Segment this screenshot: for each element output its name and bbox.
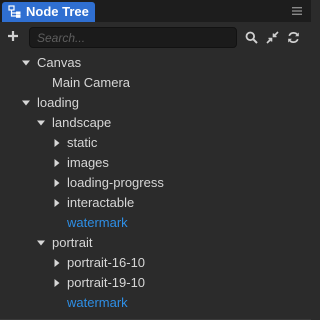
expanded-arrow-icon[interactable] <box>22 99 30 107</box>
tree-node-portrait-19-10[interactable]: portrait-19-10 <box>0 273 311 293</box>
collapsed-arrow-icon[interactable] <box>53 159 61 167</box>
tab-title: Node Tree <box>26 4 89 19</box>
collapsed-arrow-icon[interactable] <box>53 199 61 207</box>
tree-node-label: landscape <box>52 115 112 130</box>
tree-node-portrait-16-10[interactable]: portrait-16-10 <box>0 253 311 273</box>
tree-node-label: Main Camera <box>52 75 131 90</box>
collapsed-arrow-icon[interactable] <box>53 279 61 287</box>
tree-node-label: interactable <box>67 195 135 210</box>
tree-node-loading[interactable]: loading <box>0 93 311 113</box>
tree-node-interactable[interactable]: interactable <box>0 193 311 213</box>
collapsed-arrow-icon[interactable] <box>53 139 61 147</box>
tree-node-label: loading <box>37 95 79 110</box>
tree-node-label: watermark <box>67 295 128 310</box>
node-tree-icon <box>8 5 21 18</box>
collapsed-arrow-icon[interactable] <box>53 259 61 267</box>
tree-node-label: static <box>67 135 98 150</box>
collapsed-arrow-icon[interactable] <box>53 179 61 187</box>
tree-node-label: watermark <box>67 215 128 230</box>
tree-node-label: Canvas <box>37 55 82 70</box>
magnifier-icon[interactable] <box>245 31 258 44</box>
tree-node-label: portrait-16-10 <box>67 255 146 270</box>
expanded-arrow-icon[interactable] <box>37 239 45 247</box>
tree-node-label: loading-progress <box>67 175 164 190</box>
tree-node-static[interactable]: static <box>0 133 311 153</box>
node-tree-panel: Node Tree Canvas <box>0 0 311 320</box>
hamburger-menu-icon[interactable] <box>291 5 303 17</box>
tab-node-tree[interactable]: Node Tree <box>2 2 95 22</box>
tree-node-watermark-portrait[interactable]: watermark <box>0 293 311 313</box>
refresh-icon[interactable] <box>287 31 300 44</box>
tree-node-label: portrait <box>52 235 93 250</box>
tree-node-landscape[interactable]: landscape <box>0 113 311 133</box>
search-input[interactable] <box>29 27 237 48</box>
expanded-arrow-icon[interactable] <box>22 59 30 67</box>
tree-node-main-camera[interactable]: Main Camera <box>0 73 311 93</box>
tree-node-label: images <box>67 155 109 170</box>
node-tree: Canvas Main Camera loading landscape sta… <box>0 53 311 313</box>
plus-icon[interactable] <box>6 29 20 43</box>
toolbar <box>0 22 311 52</box>
tree-node-portrait[interactable]: portrait <box>0 233 311 253</box>
tree-node-watermark-landscape[interactable]: watermark <box>0 213 311 233</box>
tree-node-images[interactable]: images <box>0 153 311 173</box>
tree-node-canvas[interactable]: Canvas <box>0 53 311 73</box>
collapse-arrows-icon[interactable] <box>266 31 279 44</box>
tab-bar: Node Tree <box>0 0 311 22</box>
expanded-arrow-icon[interactable] <box>37 119 45 127</box>
tree-node-loading-progress[interactable]: loading-progress <box>0 173 311 193</box>
tree-node-label: portrait-19-10 <box>67 275 146 290</box>
